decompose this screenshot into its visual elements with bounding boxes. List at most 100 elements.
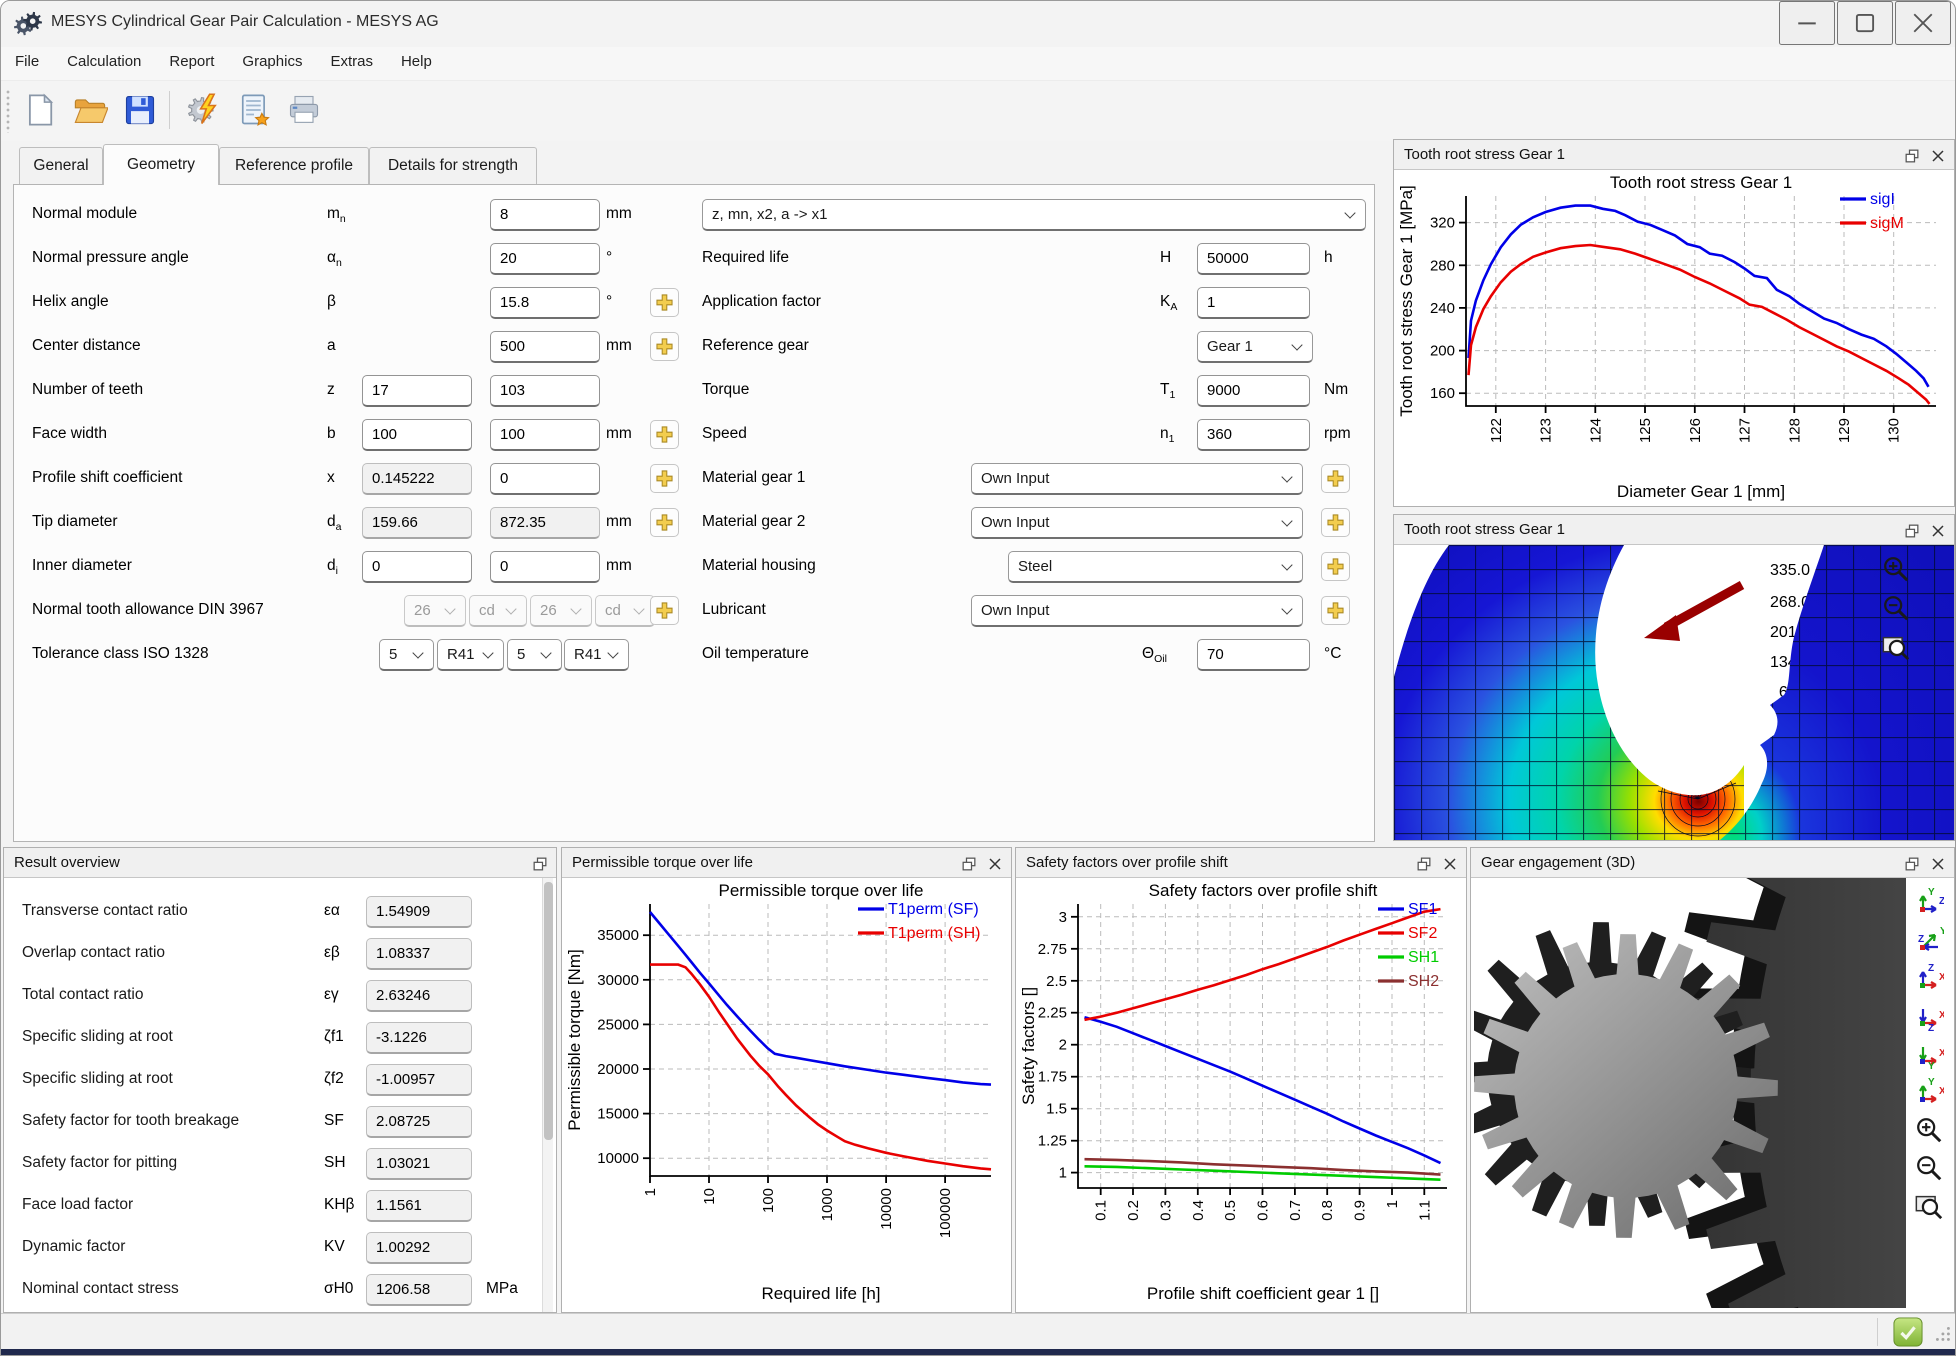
application-factor-input[interactable] (1197, 287, 1310, 319)
torque-input[interactable] (1197, 375, 1310, 407)
gear2-number-of-teeth-input[interactable] (490, 375, 600, 407)
gear-engagement-3d-close-button[interactable] (1926, 852, 1950, 874)
calculation-status-button[interactable] (1893, 1317, 1923, 1347)
result-scrollbar-thumb[interactable] (544, 882, 553, 1140)
speed-sizing-button[interactable] (650, 420, 679, 449)
gear2-helix-angle-input[interactable] (490, 287, 600, 319)
svg-text:1.5: 1.5 (1046, 1101, 1067, 1118)
report-button[interactable] (231, 87, 277, 133)
tooth-root-stress-chart-panel: Tooth root stress Gear 11602002402803201… (1393, 139, 1955, 507)
result-overview-float-button[interactable] (528, 852, 552, 874)
resize-grip-icon[interactable] (1931, 1322, 1953, 1344)
gear3d-zoom-out-button[interactable] (1913, 1152, 1945, 1184)
menu-extras[interactable]: Extras (316, 47, 387, 76)
gear2-tip-diameter-input[interactable] (490, 507, 600, 539)
gear1-number-of-teeth-input[interactable] (362, 375, 472, 407)
gear2-normal-module-input[interactable] (490, 199, 600, 231)
tooth-root-stress-fem-float-button[interactable] (1900, 519, 1924, 541)
gear2-face-width-input[interactable] (490, 419, 600, 451)
oil-temperature-input[interactable] (1197, 639, 1310, 671)
permissible-torque-panel-title: Permissible torque over life (562, 848, 1011, 878)
tolerance-class-iso-1328-select-2[interactable]: 5 (507, 639, 562, 671)
reference-gear-select[interactable]: Gear 1 (1197, 331, 1313, 363)
gear2-center-distance-input[interactable] (490, 331, 600, 363)
view-right-button[interactable]: YX (1913, 1076, 1945, 1108)
menu-help[interactable]: Help (387, 47, 446, 76)
fem-zoom-in-button[interactable] (1880, 553, 1912, 585)
material-gear-2-select[interactable]: Own Input (971, 507, 1303, 539)
menu-calculation[interactable]: Calculation (53, 47, 155, 76)
result-value (366, 1022, 472, 1054)
tolerance-class-iso-1328-select-0[interactable]: 5 (379, 639, 434, 671)
gear3d-zoom-in-button[interactable] (1913, 1114, 1945, 1146)
normal-tooth-allowance-din-3967-select-2[interactable]: 26 (530, 595, 592, 627)
gear-engagement-3d-float-button[interactable] (1900, 852, 1924, 874)
view-bottom-button[interactable]: ZX (1913, 1000, 1945, 1032)
fem-zoom-out-button[interactable] (1880, 592, 1912, 624)
normal-tooth-allowance-din-3967-select-3[interactable]: cd (595, 595, 655, 627)
tooth-root-stress-chart-float-button[interactable] (1900, 144, 1924, 166)
gear-3d-render[interactable] (1474, 878, 1906, 1308)
view-left-button[interactable]: YX (1913, 1038, 1945, 1070)
gear2-normal-pressure-angle-input[interactable] (490, 243, 600, 275)
safety-factors-float-button[interactable] (1412, 852, 1436, 874)
menu-graphics[interactable]: Graphics (228, 47, 316, 76)
tab-details-for-strength[interactable]: Details for strength (369, 147, 537, 185)
material-gear-2-edit-button[interactable] (1321, 508, 1350, 537)
save-file-button[interactable] (117, 87, 163, 133)
tolerance-class-iso-1328-select-1[interactable]: R41 (437, 639, 504, 671)
print-button[interactable] (281, 87, 327, 133)
gear2-inner-diameter-input[interactable] (490, 551, 600, 583)
tolerance-class-iso-1328-select-3[interactable]: R41 (564, 639, 629, 671)
new-file-button[interactable] (17, 87, 63, 133)
svg-text:X: X (1939, 1086, 1944, 1097)
view-top-button[interactable]: ZX (1913, 962, 1945, 994)
safety-factors-close-button[interactable] (1438, 852, 1462, 874)
gear2-profile-shift-coefficient-input[interactable] (490, 463, 600, 495)
window-close-button[interactable] (1895, 1, 1951, 45)
result-symbol: KHβ (324, 1196, 354, 1214)
material-housing-select[interactable]: Steel (1008, 551, 1303, 583)
material-gear-1-select[interactable]: Own Input (971, 463, 1303, 495)
material-gear-1-edit-button[interactable] (1321, 464, 1350, 493)
speed-input[interactable] (1197, 419, 1310, 451)
gear3d-zoom-fit-button[interactable] (1913, 1190, 1945, 1222)
result-scrollbar[interactable] (542, 878, 553, 1312)
menu-file[interactable]: File (1, 47, 53, 76)
required-life-input[interactable] (1197, 243, 1310, 275)
gear1-profile-shift-coefficient-input[interactable] (362, 463, 472, 495)
svg-text:1: 1 (642, 1188, 659, 1196)
lubricant-select[interactable]: Own Input (971, 595, 1303, 627)
gear1-face-width-input[interactable] (362, 419, 472, 451)
reference-gear-sizing-button[interactable] (650, 332, 679, 361)
tab-general[interactable]: General (19, 147, 103, 185)
view-front-button[interactable]: YZ (1913, 886, 1945, 918)
gear1-tip-diameter-input[interactable] (362, 507, 472, 539)
lubricant-sizing-button[interactable] (650, 596, 679, 625)
normal-tooth-allowance-din-3967-select-0[interactable]: 26 (404, 595, 466, 627)
window-minimize-button[interactable] (1779, 1, 1835, 45)
material-housing-edit-button[interactable] (1321, 552, 1350, 581)
material-gear-2-sizing-button[interactable] (650, 508, 679, 537)
fem-zoom-fit-button[interactable] (1880, 631, 1912, 663)
window-maximize-button[interactable] (1837, 1, 1893, 45)
permissible-torque-float-button[interactable] (957, 852, 981, 874)
tooth-root-stress-fem-close-button[interactable] (1926, 519, 1950, 541)
gear1-inner-diameter-input[interactable] (362, 551, 472, 583)
tab-geometry[interactable]: Geometry (103, 144, 219, 185)
permissible-torque-close-button[interactable] (983, 852, 1007, 874)
statusbar-separator (1877, 1318, 1878, 1346)
menu-report[interactable]: Report (155, 47, 228, 76)
tooth-root-stress-chart-close-button[interactable] (1926, 144, 1950, 166)
view-back-button[interactable]: YZ (1913, 924, 1945, 956)
material-gear-1-sizing-button[interactable] (650, 464, 679, 493)
tab-reference-profile[interactable]: Reference profile (219, 147, 369, 185)
open-file-button[interactable] (67, 87, 113, 133)
svg-text:Y: Y (1928, 1077, 1935, 1088)
toolbar-handle[interactable] (6, 89, 10, 133)
normal-tooth-allowance-din-3967-select-1[interactable]: cd (469, 595, 527, 627)
lubricant-edit-button[interactable] (1321, 596, 1350, 625)
application-factor-sizing-button[interactable] (650, 288, 679, 317)
calculate-button[interactable] (181, 87, 227, 133)
sizing-mode-combobox[interactable]: z, mn, x2, a -> x1 (702, 199, 1366, 231)
